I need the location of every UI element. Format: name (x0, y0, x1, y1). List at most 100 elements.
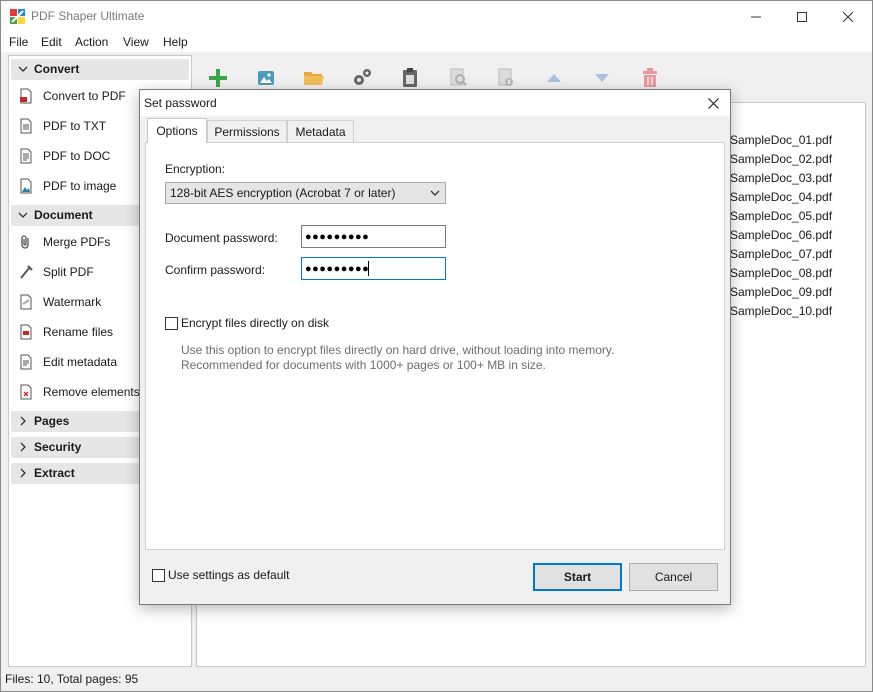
clipboard-button[interactable] (397, 65, 423, 91)
sidebar-item-label: Merge PDFs (43, 235, 111, 249)
options-tab-panel: Encryption: 128-bit AES encryption (Acro… (145, 142, 725, 550)
chevron-down-icon (430, 190, 440, 196)
section-label: Pages (34, 414, 70, 428)
settings-button[interactable] (349, 65, 375, 91)
add-files-button[interactable] (205, 65, 231, 91)
sidebar-item-label: Watermark (43, 295, 102, 309)
search-document-button[interactable] (445, 65, 471, 91)
file-item[interactable]: SampleDoc_10.pdf (730, 304, 832, 318)
chevron-right-icon (20, 416, 26, 426)
pdf-to-doc-icon (20, 148, 32, 164)
pdf-to-image-icon (20, 178, 32, 194)
menu-edit[interactable]: Edit (41, 35, 62, 49)
status-bar-text: Files: 10, Total pages: 95 (5, 672, 139, 686)
section-label: Convert (34, 62, 80, 76)
section-label: Document (34, 208, 93, 222)
search-document-icon (450, 68, 467, 86)
open-folder-icon (304, 72, 324, 85)
move-down-button[interactable] (589, 65, 615, 91)
confirm-password-input[interactable]: ●●●●●●●●● (301, 257, 446, 280)
move-down-icon (595, 74, 609, 82)
pdf-shaper-logo-icon (10, 9, 25, 24)
file-item[interactable]: SampleDoc_06.pdf (730, 228, 832, 242)
paperclip-icon (21, 235, 29, 249)
confirm-password-value: ●●●●●●●●● (305, 263, 370, 275)
add-icon (209, 69, 227, 87)
add-image-icon (258, 71, 274, 85)
file-item[interactable]: SampleDoc_04.pdf (730, 190, 832, 204)
remove-elements-icon (20, 384, 32, 400)
menu-help[interactable]: Help (163, 35, 188, 49)
sidebar-item-label: Edit metadata (43, 355, 118, 369)
sidebar-item-label: Remove elements (43, 385, 140, 399)
sidebar-item-label: PDF to DOC (43, 149, 111, 163)
file-item[interactable]: SampleDoc_08.pdf (730, 266, 832, 280)
document-password-value: ●●●●●●●●● (305, 231, 370, 243)
maximize-button[interactable] (779, 1, 825, 32)
sidebar-item-label: Split PDF (43, 265, 94, 279)
minimize-button[interactable] (733, 1, 779, 32)
section-label: Security (34, 440, 82, 454)
tab-options[interactable]: Options (147, 118, 207, 143)
chevron-right-icon (20, 442, 26, 452)
chevron-down-icon (18, 66, 28, 72)
window-title: PDF Shaper Ultimate (31, 9, 145, 23)
open-folder-button[interactable] (301, 65, 327, 91)
menu-bar: File Edit Action View Help (1, 32, 872, 52)
file-item[interactable]: SampleDoc_07.pdf (730, 247, 832, 261)
delete-button[interactable] (637, 65, 663, 91)
section-label: Extract (34, 466, 75, 480)
add-image-button[interactable] (253, 65, 279, 91)
document-info-button[interactable] (493, 65, 519, 91)
cancel-button[interactable]: Cancel (629, 563, 718, 591)
tab-permissions[interactable]: Permissions (207, 120, 287, 142)
file-item[interactable]: SampleDoc_09.pdf (730, 285, 832, 299)
menu-file[interactable]: File (9, 35, 28, 49)
document-password-input[interactable]: ●●●●●●●●● (301, 225, 446, 248)
delete-icon (643, 68, 657, 87)
move-up-icon (547, 74, 561, 82)
encrypt-on-disk-hint-line1: Use this option to encrypt files directl… (181, 343, 615, 357)
use-default-checkbox[interactable] (152, 569, 165, 582)
watermark-icon (20, 294, 32, 310)
pdf-to-txt-icon (20, 118, 32, 134)
menu-action[interactable]: Action (75, 35, 108, 49)
tab-metadata[interactable]: Metadata (287, 120, 354, 142)
rename-icon (20, 324, 32, 340)
menu-view[interactable]: View (123, 35, 149, 49)
clipboard-icon (403, 68, 417, 87)
title-bar: PDF Shaper Ultimate (1, 1, 872, 32)
sidebar-item-label: PDF to TXT (43, 119, 107, 133)
chevron-down-icon (18, 212, 28, 218)
use-default-label[interactable]: Use settings as default (168, 568, 289, 582)
document-password-label: Document password: (165, 231, 278, 245)
encryption-select[interactable]: 128-bit AES encryption (Acrobat 7 or lat… (165, 182, 446, 204)
maximize-icon (797, 11, 807, 22)
close-icon (843, 11, 853, 22)
text-caret (368, 261, 369, 276)
section-convert[interactable]: Convert (11, 59, 189, 80)
encrypt-on-disk-checkbox[interactable] (165, 317, 178, 330)
start-button[interactable]: Start (533, 563, 622, 591)
convert-to-pdf-icon (20, 88, 32, 104)
close-icon (707, 97, 719, 109)
encrypt-on-disk-hint-line2: Recommended for documents with 1000+ pag… (181, 358, 546, 372)
metadata-icon (20, 354, 32, 370)
close-window-button[interactable] (825, 1, 871, 32)
split-icon (20, 265, 33, 279)
encryption-select-value: 128-bit AES encryption (Acrobat 7 or lat… (170, 186, 396, 200)
file-item[interactable]: SampleDoc_02.pdf (730, 152, 832, 166)
file-item[interactable]: SampleDoc_05.pdf (730, 209, 832, 223)
sidebar-item-label: PDF to image (43, 179, 117, 193)
dialog-close-button[interactable] (702, 93, 724, 113)
sidebar-item-label: Convert to PDF (43, 89, 126, 103)
move-up-button[interactable] (541, 65, 567, 91)
file-item[interactable]: SampleDoc_01.pdf (730, 133, 832, 147)
encryption-label: Encryption: (165, 162, 226, 176)
encrypt-on-disk-label[interactable]: Encrypt files directly on disk (181, 316, 329, 330)
chevron-right-icon (20, 468, 26, 478)
document-info-icon (498, 68, 513, 86)
set-password-dialog: Set password Options Permissions Metadat… (139, 89, 731, 605)
minimize-icon (751, 16, 761, 17)
file-item[interactable]: SampleDoc_03.pdf (730, 171, 832, 185)
